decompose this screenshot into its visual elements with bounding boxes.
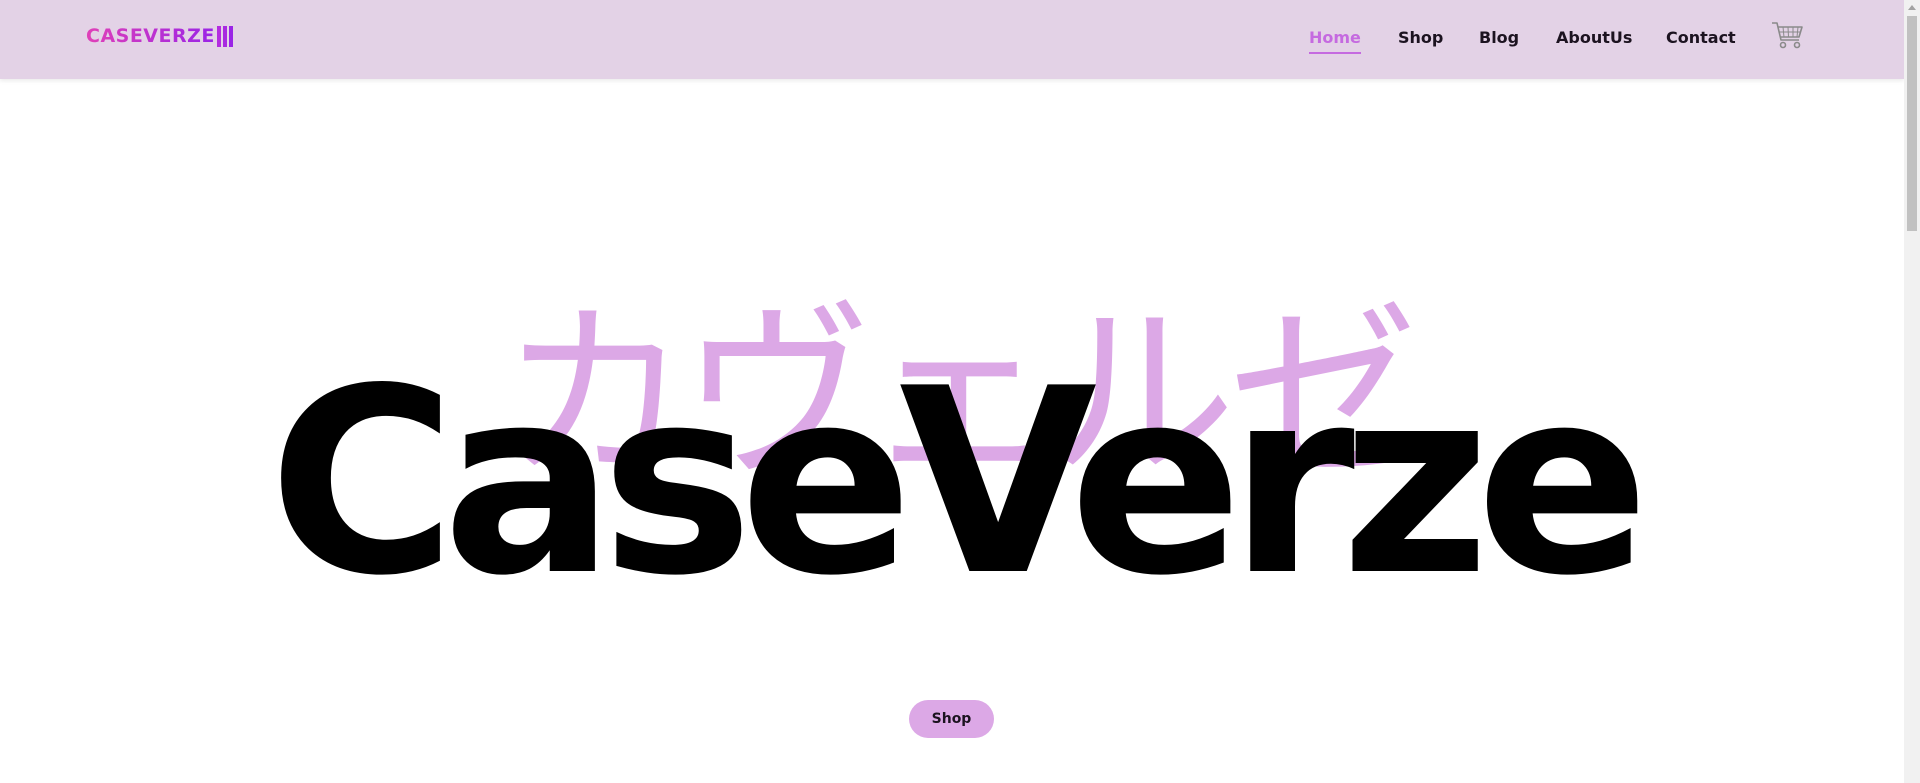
shopping-cart-icon[interactable]	[1771, 20, 1805, 52]
logo[interactable]: CASEVERZE	[86, 24, 233, 48]
nav-shop-link[interactable]: Shop	[1398, 28, 1443, 47]
scrollbar-thumb[interactable]	[1907, 16, 1917, 231]
nav-blog-link[interactable]: Blog	[1479, 28, 1519, 47]
logo-bars-icon	[216, 25, 233, 47]
site-header: CASEVERZE Home Shop Blog AboutUs Contact	[0, 0, 1904, 79]
nav-home-link[interactable]: Home	[1309, 28, 1361, 54]
shop-button[interactable]: Shop	[909, 700, 994, 738]
scroll-up-icon[interactable]	[1904, 0, 1920, 14]
page: CASEVERZE Home Shop Blog AboutUs Contact	[0, 0, 1920, 783]
nav-aboutus-link[interactable]: AboutUs	[1556, 28, 1632, 47]
vertical-scrollbar[interactable]	[1904, 0, 1920, 783]
hero-title: CaseVerze	[268, 334, 1649, 632]
logo-text: CASEVERZE	[86, 25, 215, 47]
nav-contact-link[interactable]: Contact	[1666, 28, 1736, 47]
